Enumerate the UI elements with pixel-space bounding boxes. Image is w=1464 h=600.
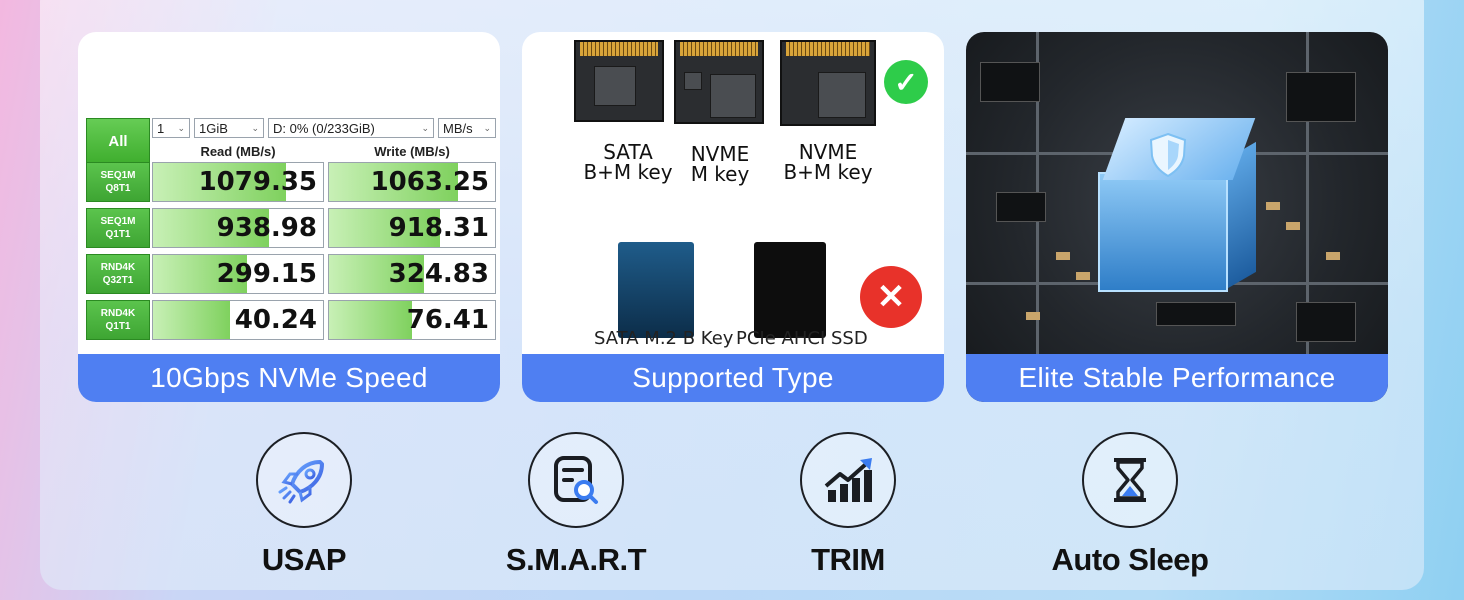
- supported-type-card: ✓ SATA B+M key NVME M key NVME B+M key ✕ SA…: [522, 32, 944, 402]
- write-speed-bar: [329, 301, 412, 339]
- nvme-m-ssd-image: [674, 40, 764, 124]
- sata-b-key-ssd-image: [618, 242, 694, 338]
- nvme-bm-ssd-image: [780, 40, 876, 126]
- feature-auto-sleep: Auto Sleep: [1030, 432, 1230, 578]
- feature-label-auto-sleep: Auto Sleep: [1051, 542, 1209, 577]
- write-value-cell: 324.83: [328, 254, 496, 294]
- type-label-nvme-bm: NVME B+M key: [783, 140, 873, 184]
- write-value-cell: 76.41: [328, 300, 496, 340]
- rocket-icon: [256, 432, 352, 528]
- read-speed-value: 1079.35: [198, 167, 317, 197]
- read-speed-value: 40.24: [234, 305, 317, 335]
- test-row-label[interactable]: SEQ1M Q8T1: [86, 162, 150, 202]
- unit-select[interactable]: MB/s ⌄: [438, 118, 496, 138]
- test-queue: Q1T1: [105, 229, 131, 240]
- read-value-cell: 299.15: [152, 254, 324, 294]
- feature-label-smart: S.M.A.R.T: [505, 542, 647, 577]
- circuit-board-image: [966, 32, 1388, 402]
- chevron-down-icon: ⌄: [251, 122, 259, 133]
- feature-usap: USAP: [204, 432, 404, 578]
- feature-smart: S.M.A.R.T: [476, 432, 676, 578]
- test-queue: Q8T1: [105, 183, 131, 194]
- type-label-sata: SATA B+M key: [583, 140, 673, 184]
- performance-card: Elite Stable Performance: [966, 32, 1388, 402]
- read-value-cell: 1079.35: [152, 162, 324, 202]
- pcie-ahci-ssd-image: [754, 242, 826, 338]
- write-header: Write (MB/s): [374, 144, 450, 159]
- read-value-cell: 938.98: [152, 208, 324, 248]
- write-speed-value: 324.83: [388, 259, 489, 289]
- test-name: RND4K: [100, 308, 136, 319]
- read-speed-bar: [153, 301, 230, 339]
- unsupported-label-sata: SATA M.2 B Key: [594, 328, 734, 349]
- feature-label-trim: TRIM: [811, 542, 885, 577]
- write-value-cell: 1063.25: [328, 162, 496, 202]
- read-header: Read (MB/s): [200, 144, 276, 159]
- chevron-down-icon: ⌄: [421, 122, 429, 133]
- write-value-cell: 918.31: [328, 208, 496, 248]
- test-queue: Q32T1: [102, 275, 134, 286]
- write-speed-value: 1063.25: [370, 167, 489, 197]
- chevron-down-icon: ⌄: [177, 122, 185, 133]
- count-select[interactable]: 1 ⌄: [152, 118, 190, 138]
- read-speed-value: 299.15: [216, 259, 317, 289]
- read-speed-value: 938.98: [216, 213, 317, 243]
- size-select[interactable]: 1GiB ⌄: [194, 118, 264, 138]
- test-row-label[interactable]: RND4K Q32T1: [86, 254, 150, 294]
- test-name: RND4K: [100, 262, 136, 273]
- performance-card-label: Elite Stable Performance: [966, 354, 1388, 402]
- document-search-icon: [528, 432, 624, 528]
- type-label-nvme-m: NVME M key: [690, 142, 750, 186]
- test-queue: Q1T1: [105, 321, 131, 332]
- test-row-label[interactable]: RND4K Q1T1: [86, 300, 150, 340]
- speed-card: All 1 ⌄ 1GiB ⌄ D: 0% (0/233GiB) ⌄ MB/s ⌄ Rea…: [78, 32, 500, 402]
- test-row-label[interactable]: SEQ1M Q1T1: [86, 208, 150, 248]
- write-speed-value: 76.41: [406, 305, 489, 335]
- hourglass-icon: [1082, 432, 1178, 528]
- feature-trim: TRIM: [748, 432, 948, 578]
- all-button[interactable]: All: [86, 118, 150, 164]
- speed-card-label: 10Gbps NVMe Speed: [78, 354, 500, 402]
- supported-type-card-label: Supported Type: [522, 354, 944, 402]
- test-name: SEQ1M: [100, 216, 136, 227]
- read-value-cell: 40.24: [152, 300, 324, 340]
- unsupported-label-pcie: PCIe AHCI SSD: [736, 328, 868, 349]
- feature-label-usap: USAP: [261, 542, 347, 577]
- drive-select[interactable]: D: 0% (0/233GiB) ⌄: [268, 118, 434, 138]
- cross-icon: ✕: [860, 266, 922, 328]
- check-icon: ✓: [884, 60, 928, 104]
- shield-icon: [1149, 132, 1187, 178]
- bar-chart-arrow-icon: [800, 432, 896, 528]
- sata-bm-ssd-image: [574, 40, 664, 122]
- test-name: SEQ1M: [100, 170, 136, 181]
- chevron-down-icon: ⌄: [483, 122, 491, 133]
- write-speed-value: 918.31: [388, 213, 489, 243]
